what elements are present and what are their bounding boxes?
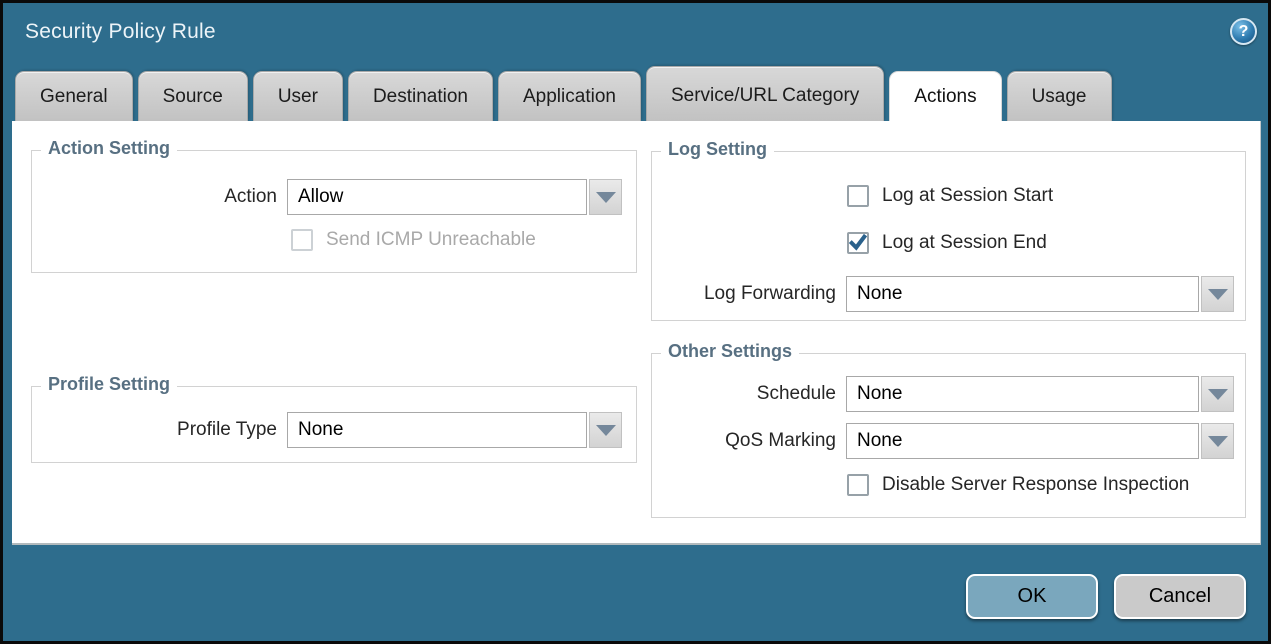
log-session-start-label: Log at Session Start: [882, 185, 1053, 207]
chevron-down-icon: [596, 192, 616, 203]
profile-type-dropdown-button[interactable]: [589, 412, 622, 448]
tab-service-url-category[interactable]: Service/URL Category: [646, 66, 884, 121]
other-settings-group: Other Settings Schedule None QoS Marking…: [651, 353, 1246, 518]
profile-setting-group: Profile Setting Profile Type None: [31, 386, 637, 463]
chevron-down-icon: [1208, 289, 1228, 300]
send-icmp-label: Send ICMP Unreachable: [326, 229, 536, 251]
profile-type-row: Profile Type None: [32, 412, 622, 448]
help-icon[interactable]: ?: [1230, 18, 1257, 45]
action-dropdown-button[interactable]: [589, 179, 622, 215]
tab-bar: General Source User Destination Applicat…: [15, 66, 1112, 121]
action-label: Action: [32, 186, 277, 208]
tab-actions[interactable]: Actions: [889, 71, 1001, 121]
profile-type-label: Profile Type: [32, 419, 277, 441]
tab-general[interactable]: General: [15, 71, 133, 121]
log-session-start-row: Log at Session Start: [847, 185, 1053, 207]
content-panel: Action Setting Action Allow Send ICMP Un…: [12, 121, 1261, 545]
chevron-down-icon: [1208, 436, 1228, 447]
disable-server-response-inspection-label: Disable Server Response Inspection: [882, 474, 1189, 496]
disable-server-response-inspection-checkbox[interactable]: [847, 474, 869, 496]
profile-type-dropdown[interactable]: None: [287, 412, 622, 448]
log-session-end-row: Log at Session End: [847, 232, 1047, 254]
action-dropdown-value[interactable]: Allow: [287, 179, 587, 215]
log-session-end-checkbox[interactable]: [847, 232, 869, 254]
tab-destination[interactable]: Destination: [348, 71, 493, 121]
profile-setting-legend: Profile Setting: [41, 374, 177, 395]
log-forwarding-dropdown[interactable]: None: [846, 276, 1234, 312]
tab-user[interactable]: User: [253, 71, 343, 121]
checkmark-icon: [849, 233, 867, 253]
log-setting-legend: Log Setting: [661, 139, 774, 160]
log-forwarding-label: Log Forwarding: [652, 283, 836, 305]
log-forwarding-dropdown-button[interactable]: [1201, 276, 1234, 312]
qos-marking-dropdown[interactable]: None: [846, 423, 1234, 459]
log-session-start-checkbox[interactable]: [847, 185, 869, 207]
qos-marking-label: QoS Marking: [652, 430, 836, 452]
action-dropdown[interactable]: Allow: [287, 179, 622, 215]
schedule-dropdown-value[interactable]: None: [846, 376, 1199, 412]
log-setting-group: Log Setting Log at Session Start Log at …: [651, 151, 1246, 321]
profile-type-dropdown-value[interactable]: None: [287, 412, 587, 448]
question-mark-glyph: ?: [1239, 23, 1249, 41]
log-forwarding-dropdown-value[interactable]: None: [846, 276, 1199, 312]
send-icmp-row: Send ICMP Unreachable: [291, 229, 536, 251]
tab-source[interactable]: Source: [138, 71, 248, 121]
qos-marking-dropdown-value[interactable]: None: [846, 423, 1199, 459]
chevron-down-icon: [596, 425, 616, 436]
send-icmp-checkbox: [291, 229, 313, 251]
cancel-button[interactable]: Cancel: [1114, 574, 1246, 619]
qos-marking-dropdown-button[interactable]: [1201, 423, 1234, 459]
action-setting-legend: Action Setting: [41, 138, 177, 159]
schedule-label: Schedule: [652, 383, 836, 405]
security-policy-rule-dialog: Security Policy Rule ? General Source Us…: [0, 0, 1271, 644]
dialog-title: Security Policy Rule: [25, 20, 216, 44]
chevron-down-icon: [1208, 389, 1228, 400]
qos-marking-row: QoS Marking None: [652, 423, 1234, 459]
schedule-dropdown[interactable]: None: [846, 376, 1234, 412]
other-settings-legend: Other Settings: [661, 341, 799, 362]
action-row: Action Allow: [32, 179, 622, 215]
tab-application[interactable]: Application: [498, 71, 641, 121]
tab-usage[interactable]: Usage: [1007, 71, 1112, 121]
ok-button[interactable]: OK: [966, 574, 1098, 619]
schedule-row: Schedule None: [652, 376, 1234, 412]
log-session-end-label: Log at Session End: [882, 232, 1047, 254]
action-setting-group: Action Setting Action Allow Send ICMP Un…: [31, 150, 637, 273]
log-forwarding-row: Log Forwarding None: [652, 276, 1234, 312]
disable-sri-row: Disable Server Response Inspection: [847, 474, 1189, 496]
schedule-dropdown-button[interactable]: [1201, 376, 1234, 412]
